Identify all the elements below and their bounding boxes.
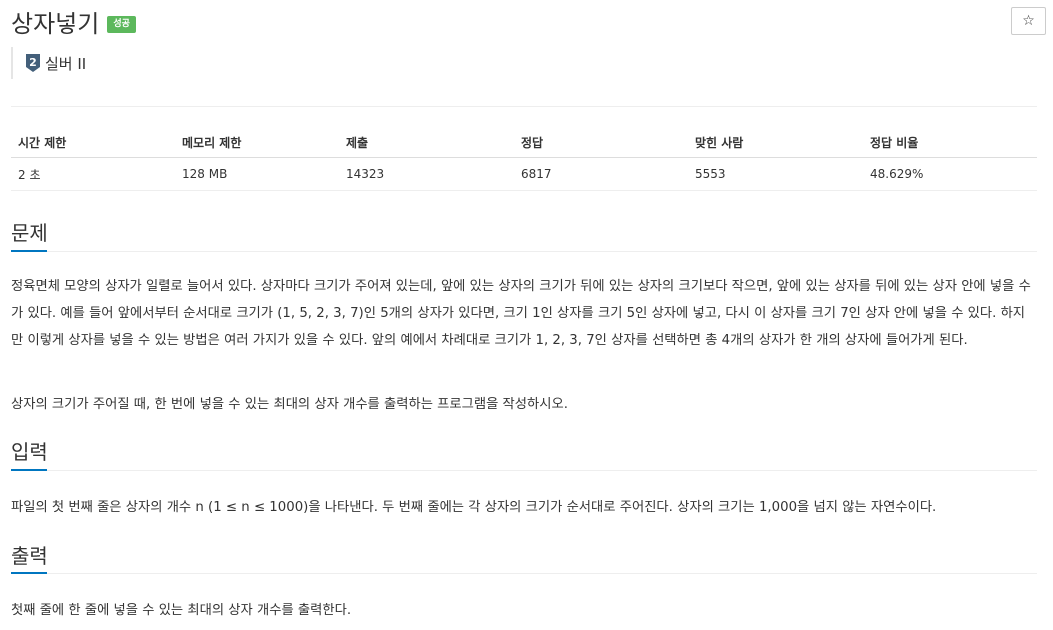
- description-paragraph-1: 정육면체 모양의 상자가 일렬로 늘어서 있다. 상자마다 크기가 주어져 있는…: [11, 279, 1031, 348]
- header-accepted: 정답: [514, 128, 688, 158]
- divider: [11, 106, 1037, 107]
- input-heading: 입력: [11, 440, 48, 464]
- status-badge: 성공: [107, 15, 136, 33]
- favorite-button[interactable]: ☆: [1011, 7, 1046, 35]
- problem-title: 상자넣기: [11, 9, 100, 38]
- value-accepted: 6817: [514, 157, 688, 191]
- output-accent: [11, 572, 47, 574]
- value-memory-limit: 128 MB: [175, 157, 339, 191]
- value-accept-ratio: 48.629%: [863, 157, 1037, 191]
- header-solved-users: 맞힌 사람: [688, 128, 863, 158]
- header-time-limit: 시간 제한: [11, 128, 175, 158]
- table-header-row: 시간 제한 메모리 제한 제출 정답 맞힌 사람 정답 비율: [11, 128, 1037, 158]
- star-icon: ☆: [1022, 13, 1035, 29]
- value-time-limit: 2 초: [11, 157, 175, 191]
- description-heading: 문제: [11, 221, 48, 245]
- description-accent: [11, 250, 47, 252]
- table-row: 2 초 128 MB 14323 6817 5553 48.629%: [11, 157, 1037, 191]
- input-accent: [11, 469, 47, 471]
- tier-label: 실버 II: [45, 54, 87, 73]
- input-text: 파일의 첫 번째 줄은 상자의 개수 n (1 ≤ n ≤ 1000)을 나타낸…: [11, 500, 937, 515]
- description-divider: [11, 251, 1037, 252]
- title-row: 상자넣기 성공: [11, 4, 136, 38]
- output-heading: 출력: [11, 544, 48, 568]
- tier-row: 2 실버 II: [11, 47, 86, 79]
- header-submissions: 제출: [339, 128, 514, 158]
- description-paragraph-2: 상자의 크기가 주어질 때, 한 번에 넣을 수 있는 최대의 상자 개수를 출…: [11, 397, 568, 412]
- problem-info-table: 시간 제한 메모리 제한 제출 정답 맞힌 사람 정답 비율 2 초 128 M…: [11, 128, 1037, 191]
- header-accept-ratio: 정답 비율: [863, 128, 1037, 158]
- value-submissions: 14323: [339, 157, 514, 191]
- value-solved-users: 5553: [688, 157, 863, 191]
- tier-icon: 2: [26, 54, 40, 72]
- output-divider: [11, 573, 1037, 574]
- output-text: 첫째 줄에 한 줄에 넣을 수 있는 최대의 상자 개수를 출력한다.: [11, 603, 352, 618]
- header-memory-limit: 메모리 제한: [175, 128, 339, 158]
- input-divider: [11, 470, 1037, 471]
- tier-level: 2: [29, 56, 37, 69]
